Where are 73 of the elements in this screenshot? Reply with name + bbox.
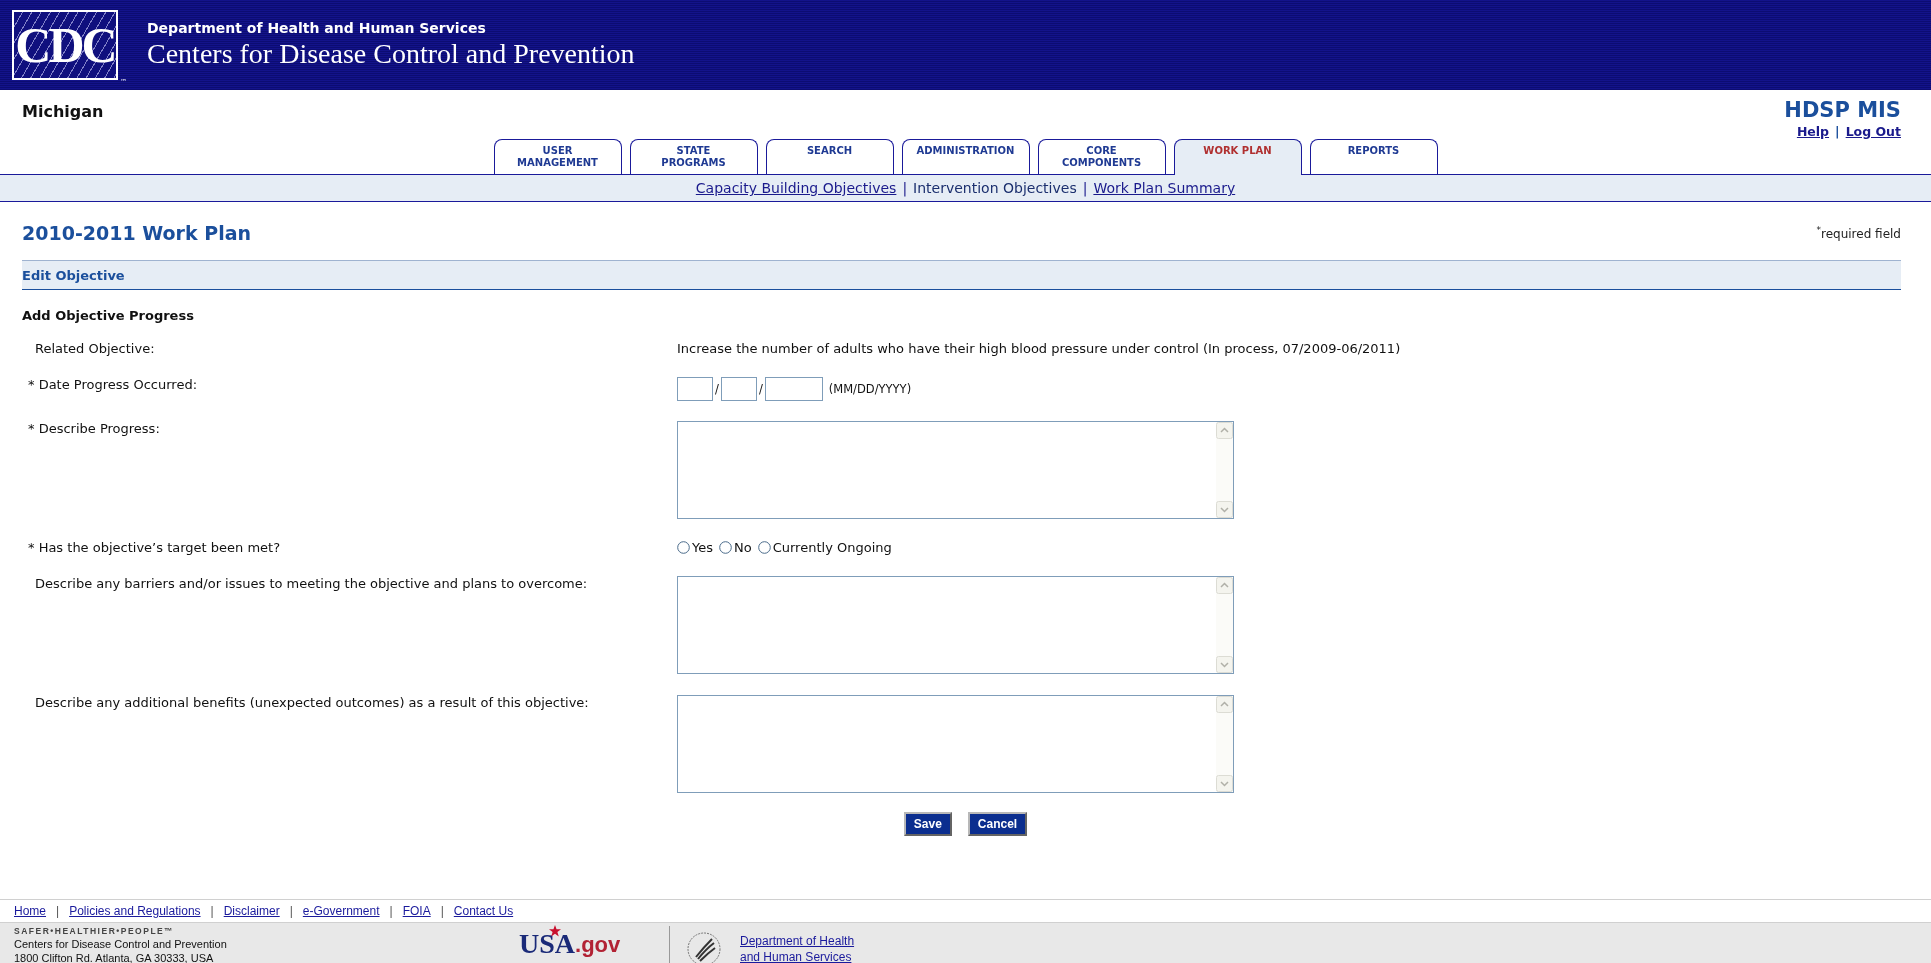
footer-link[interactable]: Disclaimer — [223, 904, 280, 918]
hhs-link[interactable]: and Human Services — [740, 949, 855, 963]
radio-label: Currently Ongoing — [772, 540, 892, 555]
address-line: Centers for Disease Control and Prevention — [14, 937, 228, 951]
footer-link[interactable]: Policies and Regulations — [69, 904, 201, 918]
nav-tab[interactable]: CORE COMPONENTS — [1037, 139, 1166, 174]
link-separator: | — [902, 180, 908, 196]
scroll-up-icon[interactable] — [1216, 577, 1233, 594]
scroll-down-icon[interactable] — [1216, 501, 1233, 518]
nav-tab[interactable]: SEARCH — [765, 139, 894, 174]
link-separator: | — [440, 904, 444, 918]
date-slash: / — [715, 382, 719, 396]
date-format-hint: (MM/DD/YYYY) — [828, 382, 912, 396]
subnav-link[interactable]: Intervention Objectives — [913, 180, 1077, 196]
nav-tab[interactable]: WORK PLAN — [1173, 139, 1302, 175]
link-separator: | — [389, 904, 393, 918]
field-label: Related Objective: — [34, 341, 156, 356]
radio-button[interactable] — [719, 541, 732, 554]
radio-label: No — [734, 540, 752, 555]
link-separator: | — [1835, 124, 1840, 139]
year-field[interactable] — [764, 377, 823, 401]
objective-text: Increase the number of adults who have their high blood pressure under control (In process, 07/2009-06/2011) — [677, 341, 1401, 356]
app-name: HDSP MIS — [1784, 98, 1901, 122]
nav-tab[interactable]: ADMINISTRATION — [901, 139, 1030, 174]
field-label: * Date Progress Occurred: — [27, 377, 199, 392]
page-title: 2010-2011 Work Plan — [22, 222, 251, 244]
radio-button[interactable] — [757, 541, 771, 554]
scroll-down-icon[interactable] — [1216, 656, 1233, 673]
nav-tab[interactable]: REPORTS — [1309, 139, 1438, 174]
scroll-down-icon[interactable] — [1216, 775, 1233, 792]
agency-name: Centers for Disease Control and Prevention — [147, 38, 635, 70]
link-separator: | — [210, 904, 214, 918]
footer-link[interactable]: Home — [14, 904, 46, 918]
subnav-link[interactable]: Capacity Building Objectives — [695, 180, 897, 196]
link-separator: | — [56, 904, 60, 918]
header-link[interactable]: Help — [1796, 124, 1830, 139]
footer-link[interactable]: e-Government — [302, 904, 380, 918]
radio-button[interactable] — [677, 541, 690, 554]
link-separator: | — [289, 904, 293, 918]
footer-link[interactable]: Contact Us — [453, 904, 514, 918]
state-name: Michigan — [21, 101, 105, 123]
form-title: Add Objective Progress — [22, 308, 194, 323]
department-name: Department of Health and Human Services — [147, 20, 487, 36]
hhs-link[interactable]: Department of Health — [740, 933, 855, 949]
day-field[interactable] — [720, 377, 757, 401]
field-label: Describe any barriers and/or issues to meeting the objective and plans to overcome: — [34, 576, 589, 591]
scroll-up-icon[interactable] — [1216, 422, 1233, 439]
form-button[interactable]: Save — [903, 812, 952, 836]
field-label: * Has the objective’s target been met? — [27, 540, 282, 555]
tagline: SAFER•HEALTHIER•PEOPLE™ — [14, 926, 176, 937]
usa-gov-suffix: .gov — [575, 931, 621, 959]
address-line: 1800 Clifton Rd. Atlanta, GA 30333, USA — [14, 951, 215, 963]
cdc-logo: CDC — [12, 10, 118, 80]
radio-label: Yes — [692, 540, 713, 555]
text-area[interactable] — [677, 695, 1234, 793]
field-label: * Describe Progress: — [27, 421, 161, 436]
text-area[interactable] — [677, 421, 1234, 519]
nav-tab[interactable]: STATE PROGRAMS — [629, 139, 758, 174]
subnav-link[interactable]: Work Plan Summary — [1093, 180, 1236, 196]
scroll-up-icon[interactable] — [1216, 696, 1233, 713]
nav-tab[interactable]: USER MANAGEMENT — [493, 139, 622, 174]
usa-gov-logo[interactable]: USA — [519, 929, 575, 959]
form-button[interactable]: Cancel — [967, 812, 1028, 836]
date-slash: / — [758, 382, 763, 396]
field-label: Describe any additional benefits (unexpected outcomes) as a result of this objective: — [34, 695, 590, 710]
section-title: Edit Objective — [22, 267, 125, 283]
month-field[interactable] — [677, 377, 713, 401]
required-note: $^{*}$required field — [1816, 225, 1901, 241]
header-link[interactable]: Log Out — [1845, 124, 1901, 139]
footer-link[interactable]: FOIA — [402, 904, 431, 918]
text-area[interactable] — [677, 576, 1234, 674]
star-icon — [549, 925, 561, 937]
link-separator: | — [1082, 180, 1088, 196]
